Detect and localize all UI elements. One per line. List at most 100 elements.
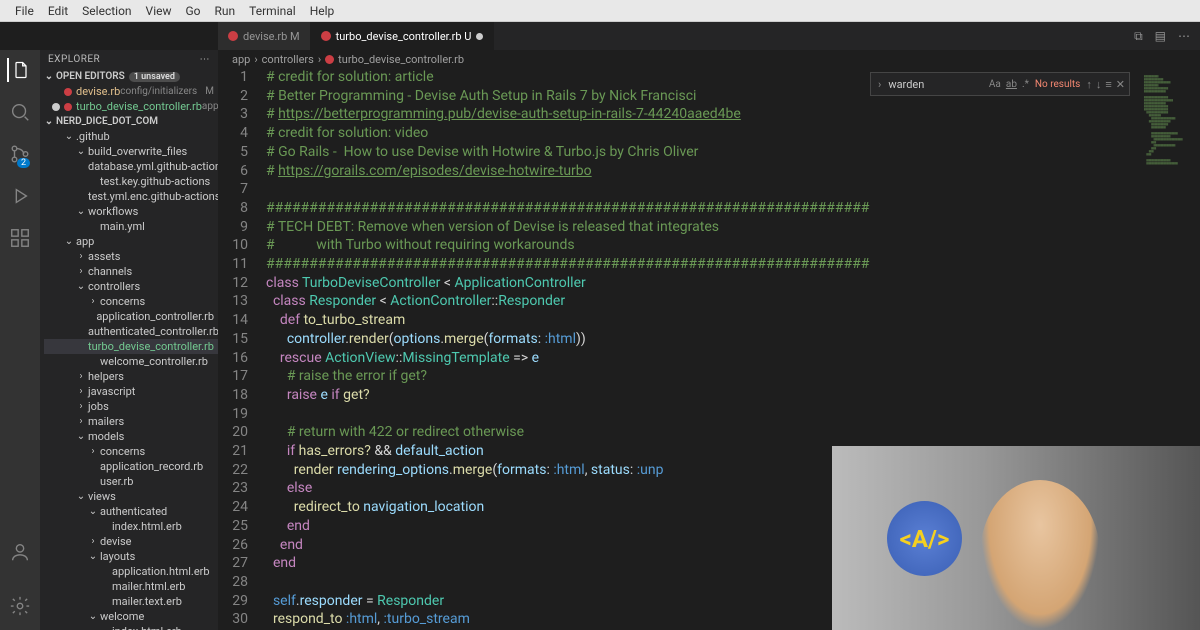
file-item[interactable]: application.html.erb: [44, 564, 218, 579]
line-content: ########################################…: [266, 199, 869, 218]
code-line[interactable]: 19: [218, 405, 1140, 424]
menu-run[interactable]: Run: [208, 4, 243, 18]
code-line[interactable]: 12class TurboDeviseController < Applicat…: [218, 274, 1140, 293]
file-item[interactable]: user.rb: [44, 474, 218, 489]
chevron-right-icon[interactable]: ›: [875, 78, 884, 91]
breadcrumb-item[interactable]: app: [232, 53, 250, 66]
folder-item[interactable]: ›mailers: [44, 414, 218, 429]
code-line[interactable]: 18 raise e if get?: [218, 386, 1140, 405]
file-item[interactable]: welcome_controller.rb: [44, 354, 218, 369]
find-options[interactable]: Aaab.*: [989, 79, 1029, 90]
menu-help[interactable]: Help: [303, 4, 342, 18]
code-line[interactable]: 15 controller.render(options.merge(forma…: [218, 330, 1140, 349]
menu-edit[interactable]: Edit: [41, 4, 75, 18]
folder-item[interactable]: ›devise: [44, 534, 218, 549]
line-content: class TurboDeviseController < Applicatio…: [266, 274, 586, 293]
file-item[interactable]: database.yml.github-actions: [44, 159, 218, 174]
folder-item[interactable]: ›channels: [44, 264, 218, 279]
settings-icon[interactable]: [8, 594, 32, 618]
tree-label: database.yml.github-actions: [88, 160, 218, 173]
find-input[interactable]: warden: [884, 78, 989, 91]
debug-icon[interactable]: [8, 184, 32, 208]
find-nav[interactable]: ↑↓≡✕: [1086, 78, 1125, 91]
folder-item[interactable]: ›assets: [44, 249, 218, 264]
tree-label: helpers: [88, 370, 124, 383]
chevron-icon: ⌄: [76, 431, 86, 442]
folder-item[interactable]: ›jobs: [44, 399, 218, 414]
menu-selection[interactable]: Selection: [75, 4, 138, 18]
code-line[interactable]: 14 def to_turbo_stream: [218, 311, 1140, 330]
code-line[interactable]: 8#######################################…: [218, 199, 1140, 218]
file-item[interactable]: main.yml: [44, 219, 218, 234]
extensions-icon[interactable]: [8, 226, 32, 250]
ruby-file-icon: [228, 31, 238, 41]
folder-item[interactable]: ›helpers: [44, 369, 218, 384]
chevron-icon: ›: [76, 416, 86, 427]
search-icon[interactable]: [8, 100, 32, 124]
file-item[interactable]: test.yml.enc.github-actions: [44, 189, 218, 204]
chevron-down-icon: ⌄: [44, 116, 54, 127]
code-line[interactable]: 17 # raise the error if get?: [218, 367, 1140, 386]
breadcrumb-item[interactable]: controllers: [262, 53, 314, 66]
folder-item[interactable]: ⌄models: [44, 429, 218, 444]
folder-item[interactable]: ⌄layouts: [44, 549, 218, 564]
breadcrumbs[interactable]: app›controllers›turbo_devise_controller.…: [218, 50, 1200, 68]
code-line[interactable]: 11######################################…: [218, 255, 1140, 274]
layout-icon[interactable]: ▤: [1155, 29, 1166, 43]
folder-item[interactable]: ⌄controllers: [44, 279, 218, 294]
more-icon[interactable]: ⋯: [1178, 29, 1190, 43]
chevron-down-icon: ⌄: [44, 71, 54, 82]
folder-item[interactable]: ⌄workflows: [44, 204, 218, 219]
file-item[interactable]: turbo_devise_controller.rbU: [44, 339, 218, 354]
code-line[interactable]: 13 class Responder < ActionController::R…: [218, 292, 1140, 311]
breadcrumb-item[interactable]: turbo_devise_controller.rb: [338, 53, 464, 66]
menu-file[interactable]: File: [8, 4, 41, 18]
account-icon[interactable]: [8, 540, 32, 564]
code-line[interactable]: 7: [218, 180, 1140, 199]
menu-terminal[interactable]: Terminal: [242, 4, 303, 18]
menu-go[interactable]: Go: [179, 4, 208, 18]
file-item[interactable]: mailer.html.erb: [44, 579, 218, 594]
code-line[interactable]: 6# https://gorails.com/episodes/devise-h…: [218, 162, 1140, 181]
code-line[interactable]: 5# Go Rails - How to use Devise with Hot…: [218, 143, 1140, 162]
code-line[interactable]: 9# TECH DEBT: Remove when version of Dev…: [218, 218, 1140, 237]
file-item[interactable]: authenticated_controller.rb: [44, 324, 218, 339]
source-control-icon[interactable]: 2: [8, 142, 32, 166]
folder-item[interactable]: ›concerns: [44, 294, 218, 309]
code-line[interactable]: 20 # return with 422 or redirect otherwi…: [218, 423, 1140, 442]
code-line[interactable]: 3# https://betterprogramming.pub/devise-…: [218, 105, 1140, 124]
menu-view[interactable]: View: [139, 4, 179, 18]
file-item[interactable]: test.key.github-actions: [44, 174, 218, 189]
file-item[interactable]: mailer.text.erb: [44, 594, 218, 609]
folder-item[interactable]: ⌄build_overwrite_files: [44, 144, 218, 159]
open-editors-section[interactable]: ⌄ OPEN EDITORS 1 unsaved: [40, 69, 218, 84]
more-icon[interactable]: ⋯: [200, 54, 211, 65]
file-item[interactable]: index.html.erb: [44, 624, 218, 630]
explorer-header: EXPLORER ⋯: [40, 50, 218, 69]
tree-label: index.html.erb: [112, 520, 182, 533]
webcam-presenter: [980, 480, 1100, 630]
editor-tab[interactable]: devise.rb M: [218, 22, 311, 50]
code-line[interactable]: 10# with Turbo without requiring workaro…: [218, 236, 1140, 255]
folder-item[interactable]: ⌄.github: [44, 129, 218, 144]
file-item[interactable]: application_record.rb: [44, 459, 218, 474]
line-number: 18: [218, 386, 266, 405]
file-item[interactable]: index.html.erb: [44, 519, 218, 534]
code-line[interactable]: 4# credit for solution: video: [218, 124, 1140, 143]
find-widget[interactable]: › warden Aaab.* No results ↑↓≡✕: [870, 72, 1130, 96]
open-editor-item[interactable]: turbo_devise_controller.rb app/c...U: [40, 99, 218, 114]
folder-item[interactable]: ⌄app: [44, 234, 218, 249]
folder-item[interactable]: ›concerns: [44, 444, 218, 459]
editor-tab[interactable]: turbo_devise_controller.rb U: [311, 22, 495, 50]
project-section[interactable]: ⌄ NERD_DICE_DOT_COM: [40, 114, 218, 129]
code-line[interactable]: 16 rescue ActionView::MissingTemplate =>…: [218, 349, 1140, 368]
file-item[interactable]: application_controller.rb: [44, 309, 218, 324]
folder-item[interactable]: ⌄authenticated: [44, 504, 218, 519]
folder-item[interactable]: ›javascript: [44, 384, 218, 399]
line-content: redirect_to navigation_location: [266, 498, 484, 517]
folder-item[interactable]: ⌄views: [44, 489, 218, 504]
split-icon[interactable]: ⧉: [1134, 29, 1143, 44]
folder-item[interactable]: ⌄welcome: [44, 609, 218, 624]
open-editor-item[interactable]: devise.rb config/initializersM: [40, 84, 218, 99]
explorer-icon[interactable]: [7, 58, 31, 82]
